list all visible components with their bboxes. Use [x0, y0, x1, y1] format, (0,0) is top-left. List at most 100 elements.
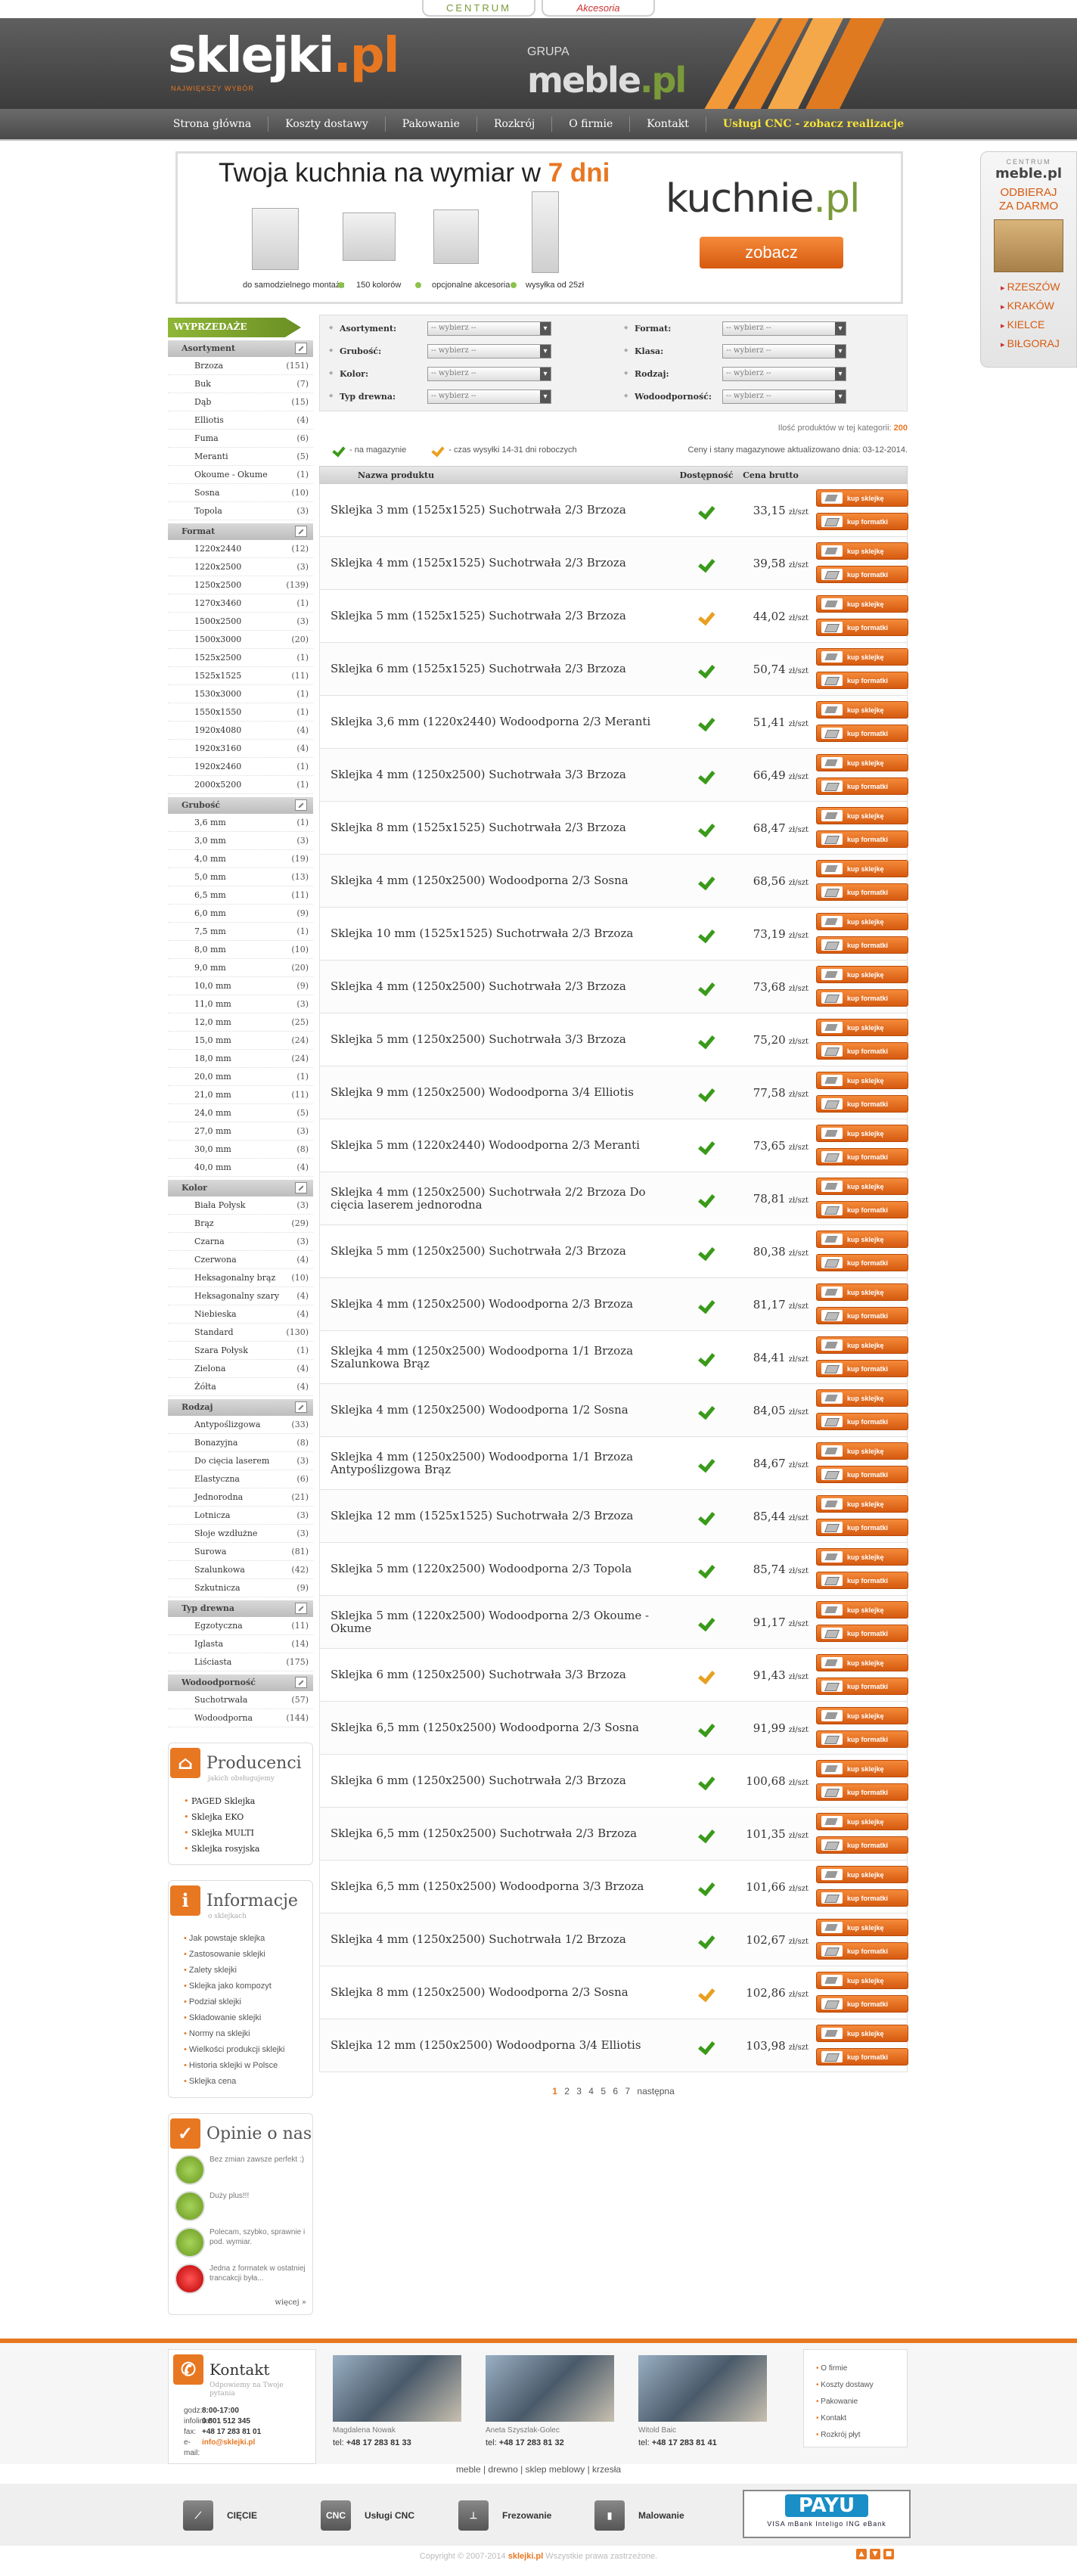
product-name[interactable]: Sklejka 4 mm (1250x2500) Wodoodporna 1/2… [320, 1404, 675, 1417]
filter-option[interactable]: 18,0 mm (24) [168, 1050, 313, 1068]
info-link[interactable]: Wielkości produkcji sklejki [184, 2042, 312, 2058]
filter-option[interactable]: Liściasta (175) [168, 1653, 313, 1671]
filter-option[interactable]: Bonazyjna (8) [168, 1434, 313, 1452]
kup-formatki-button[interactable]: kup formatki [816, 513, 908, 530]
filter-group-header[interactable]: Grubość [168, 797, 313, 814]
product-name[interactable]: Sklejka 4 mm (1250x2500) Suchotrwała 2/3… [320, 980, 675, 993]
info-link[interactable]: Historia sklejki w Polsce [184, 2058, 312, 2074]
pickup-sidebox[interactable]: CENTRUM meble.pl ODBIERAJZA DARMO RZESZÓ… [980, 151, 1077, 368]
kup-formatki-button[interactable]: kup formatki [816, 566, 908, 583]
klasa-select[interactable]: -- wybierz -- [722, 344, 846, 358]
filter-group-header[interactable]: Format [168, 523, 313, 540]
filter-option[interactable]: Fuma (6) [168, 430, 313, 448]
tab-centrum[interactable]: CENTRUM [422, 0, 535, 17]
grubosc-select[interactable]: -- wybierz -- [427, 344, 551, 358]
kup-sklejke-button[interactable]: kup sklejkę [816, 1919, 908, 1936]
filter-option[interactable]: Dąb (15) [168, 393, 313, 411]
kup-formatki-button[interactable]: kup formatki [816, 1942, 908, 1960]
kup-formatki-button[interactable]: kup formatki [816, 725, 908, 742]
page-link[interactable]: 2 [564, 2086, 570, 2096]
kup-sklejke-button[interactable]: kup sklejkę [816, 1972, 908, 1989]
product-name[interactable]: Sklejka 5 mm (1220x2500) Wodoodporna 2/3… [320, 1609, 675, 1635]
filter-option[interactable]: 10,0 mm (9) [168, 977, 313, 995]
kontakt-email[interactable]: e-mail: info@sklejki.pl [175, 2438, 311, 2459]
product-name[interactable]: Sklejka 5 mm (1220x2500) Wodoodporna 2/3… [320, 1563, 675, 1575]
filter-option[interactable]: 12,0 mm (25) [168, 1013, 313, 1032]
info-link[interactable]: Zalety sklejki [184, 1963, 312, 1979]
nav-koszty-dostawy[interactable]: Koszty dostawy [268, 116, 386, 132]
nav-kontakt[interactable]: Kontakt [630, 116, 706, 132]
scroll-top-icon[interactable]: ■ [883, 2549, 894, 2559]
kup-formatki-button[interactable]: kup formatki [816, 1413, 908, 1430]
service-cnc[interactable]: CNC Usługi CNC [321, 2500, 414, 2531]
kup-formatki-button[interactable]: kup formatki [816, 1836, 908, 1854]
filter-option[interactable]: 4,0 mm (19) [168, 850, 313, 868]
kup-formatki-button[interactable]: kup formatki [816, 1148, 908, 1165]
kolor-select[interactable]: -- wybierz -- [427, 367, 551, 381]
kup-sklejke-button[interactable]: kup sklejkę [816, 648, 908, 666]
next-page-link[interactable]: następna [637, 2086, 674, 2096]
product-name[interactable]: Sklejka 6 mm (1250x2500) Suchotrwała 2/3… [320, 1774, 675, 1787]
filter-option[interactable]: Meranti (5) [168, 448, 313, 466]
filter-option[interactable]: Elliotis (4) [168, 411, 313, 430]
filter-option[interactable]: Czerwona (4) [168, 1251, 313, 1269]
kup-formatki-button[interactable]: kup formatki [816, 1201, 908, 1218]
filter-option[interactable]: 1920x3160 (4) [168, 740, 313, 758]
kup-formatki-button[interactable]: kup formatki [816, 1995, 908, 2013]
filter-option[interactable]: 30,0 mm (8) [168, 1141, 313, 1159]
service-malowanie[interactable]: ▮ Malowanie [594, 2500, 684, 2531]
kup-sklejke-button[interactable]: kup sklejkę [816, 1442, 908, 1460]
city-bilgoraj[interactable]: BIŁGORAJ [1001, 335, 1076, 354]
kup-formatki-button[interactable]: kup formatki [816, 619, 908, 636]
filter-option[interactable]: Egzotyczna (11) [168, 1617, 313, 1635]
city-kielce[interactable]: KIELCE [1001, 316, 1076, 335]
kup-sklejke-button[interactable]: kup sklejkę [816, 1019, 908, 1036]
kup-formatki-button[interactable]: kup formatki [816, 1572, 908, 1589]
filter-option[interactable]: Zielona (4) [168, 1360, 313, 1378]
nav-strona-glowna[interactable]: Strona główna [157, 116, 269, 132]
kup-sklejke-button[interactable]: kup sklejkę [816, 2025, 908, 2042]
filter-option[interactable]: 7,5 mm (1) [168, 923, 313, 941]
product-name[interactable]: Sklejka 4 mm (1250x2500) Wodoodporna 1/1… [320, 1344, 675, 1370]
product-name[interactable]: Sklejka 10 mm (1525x1525) Suchotrwała 2/… [320, 927, 675, 940]
city-krakow[interactable]: KRAKÓW [1001, 297, 1076, 316]
kup-formatki-button[interactable]: kup formatki [816, 1519, 908, 1536]
filter-option[interactable]: Żółta (4) [168, 1378, 313, 1396]
filter-option[interactable]: Szara Połysk (1) [168, 1342, 313, 1360]
info-link[interactable]: Zastosowanie sklejki [184, 1947, 312, 1963]
kup-formatki-button[interactable]: kup formatki [816, 672, 908, 689]
kup-sklejke-button[interactable]: kup sklejkę [816, 1231, 908, 1248]
kup-formatki-button[interactable]: kup formatki [816, 830, 908, 848]
kup-sklejke-button[interactable]: kup sklejkę [816, 701, 908, 718]
kup-sklejke-button[interactable]: kup sklejkę [816, 860, 908, 877]
product-name[interactable]: Sklejka 4 mm (1250x2500) Suchotrwała 3/3… [320, 768, 675, 781]
product-name[interactable]: Sklejka 5 mm (1220x2440) Wodoodporna 2/3… [320, 1139, 675, 1152]
producent-link[interactable]: Sklejka EKO [184, 1809, 312, 1825]
site-logo[interactable]: sklejki.pl [168, 32, 400, 80]
info-link[interactable]: Sklejka cena [184, 2074, 312, 2090]
product-name[interactable]: Sklejka 4 mm (1250x2500) Suchotrwała 1/2… [320, 1933, 675, 1946]
zobacz-button[interactable]: zobacz [700, 237, 843, 268]
filter-option[interactable]: Heksagonalny szary (4) [168, 1287, 313, 1305]
kup-sklejke-button[interactable]: kup sklejkę [816, 489, 908, 507]
filter-toggle-icon[interactable] [295, 1182, 307, 1193]
kup-sklejke-button[interactable]: kup sklejkę [816, 966, 908, 983]
kup-sklejke-button[interactable]: kup sklejkę [816, 1654, 908, 1671]
product-name[interactable]: Sklejka 4 mm (1250x2500) Wodoodporna 2/3… [320, 1298, 675, 1311]
kup-formatki-button[interactable]: kup formatki [816, 1307, 908, 1324]
filter-option[interactable]: 1500x3000 (20) [168, 631, 313, 649]
filter-option[interactable]: Szkutnicza (9) [168, 1579, 313, 1597]
filter-toggle-icon[interactable] [295, 1603, 307, 1614]
kup-sklejke-button[interactable]: kup sklejkę [816, 1178, 908, 1195]
kup-sklejke-button[interactable]: kup sklejkę [816, 1283, 908, 1301]
filter-option[interactable]: Lotnicza (3) [168, 1507, 313, 1525]
kup-sklejke-button[interactable]: kup sklejkę [816, 595, 908, 613]
kup-sklejke-button[interactable]: kup sklejkę [816, 1813, 908, 1830]
nav-rozkroj[interactable]: Rozkrój [477, 116, 553, 132]
product-name[interactable]: Sklejka 5 mm (1525x1525) Suchotrwała 2/3… [320, 610, 675, 622]
product-name[interactable]: Sklejka 6 mm (1525x1525) Suchotrwała 2/3… [320, 663, 675, 675]
filter-option[interactable]: 1220x2440 (12) [168, 540, 313, 558]
format-select[interactable]: -- wybierz -- [722, 321, 846, 336]
filter-option[interactable]: 5,0 mm (13) [168, 868, 313, 886]
product-name[interactable]: Sklejka 5 mm (1250x2500) Suchotrwała 3/3… [320, 1033, 675, 1046]
